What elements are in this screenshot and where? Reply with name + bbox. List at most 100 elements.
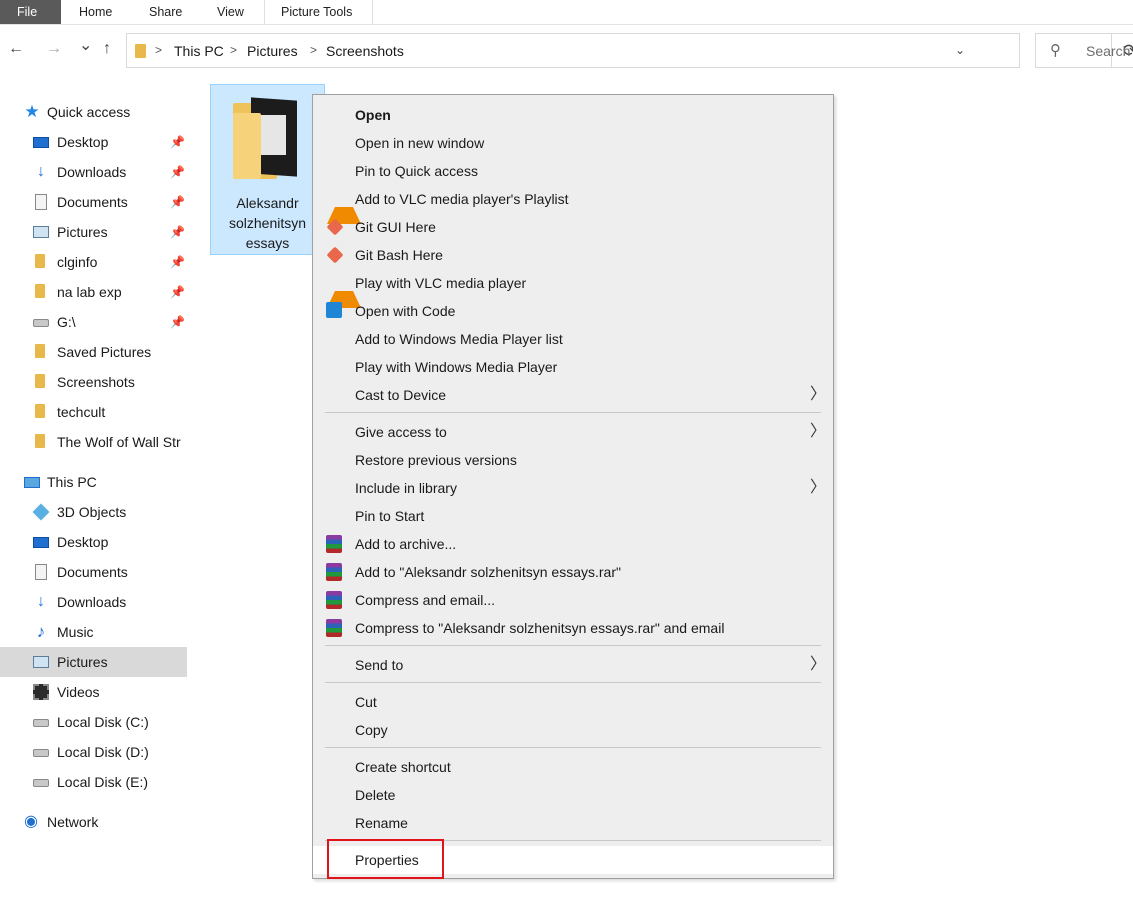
menu-separator	[325, 747, 821, 748]
menu-item-restore-previous-versions[interactable]: Restore previous versions	[313, 446, 833, 474]
sidebar-item-saved-pictures[interactable]: Saved Pictures	[0, 337, 188, 367]
menu-item-add-to-vlc-playlist[interactable]: Add to VLC media player's Playlist	[313, 185, 833, 224]
recent-locations-icon[interactable]: ⌄	[79, 36, 92, 56]
sidebar-item-videos[interactable]: Videos	[0, 677, 188, 707]
breadcrumb-screenshots[interactable]: Screenshots	[326, 43, 404, 59]
winrar-icon	[326, 619, 342, 637]
menu-item-play-with-vlc[interactable]: Play with VLC media player	[313, 269, 833, 308]
sidebar-item-music[interactable]: ♪ Music	[0, 617, 188, 647]
menu-item-cut[interactable]: Cut	[313, 688, 833, 716]
back-arrow-icon[interactable]: ←	[8, 39, 24, 59]
menu-item-open[interactable]: Open	[313, 101, 833, 129]
folder-icon	[35, 374, 45, 388]
folder-icon	[35, 404, 45, 418]
sidebar-item-downloads[interactable]: ↓ Downloads	[0, 587, 188, 617]
sidebar-item-documents[interactable]: Documents	[0, 557, 188, 587]
sidebar-item-na-lab-exp[interactable]: na lab exp 📌	[0, 277, 188, 307]
sidebar-item-label: Saved Pictures	[57, 344, 152, 360]
chevron-right-icon: >	[230, 43, 238, 57]
sidebar-item-desktop[interactable]: Desktop	[0, 527, 188, 557]
sidebar-item-local-disk-c[interactable]: Local Disk (C:)	[0, 707, 188, 737]
sidebar-item-network[interactable]: ◉ Network	[0, 807, 188, 837]
menu-item-cast-to-device[interactable]: Cast to Device 〉	[313, 381, 833, 409]
folder-icon	[35, 284, 45, 298]
tab-home[interactable]: Home	[62, 0, 129, 24]
folder-tile-selected[interactable]: Aleksandr solzhenitsyn essays	[210, 84, 325, 255]
menu-item-create-shortcut[interactable]: Create shortcut	[313, 753, 833, 781]
sidebar-item-pictures[interactable]: Pictures	[0, 647, 187, 677]
sidebar-item-the-wolf-of-wall-street[interactable]: The Wolf of Wall Str	[0, 427, 188, 457]
menu-item-compress-to-rar-and-email[interactable]: Compress to "Aleksandr solzhenitsyn essa…	[313, 614, 833, 642]
documents-icon	[35, 564, 47, 580]
git-icon	[326, 246, 344, 264]
pin-icon[interactable]: 📌	[170, 157, 185, 187]
sidebar-item-3d-objects[interactable]: 3D Objects	[0, 497, 188, 527]
menu-item-add-to-archive[interactable]: Add to archive...	[313, 530, 833, 558]
chevron-right-icon: >	[155, 43, 163, 57]
menu-item-pin-to-quick-access[interactable]: Pin to Quick access	[313, 157, 833, 185]
sidebar-item-desktop[interactable]: Desktop 📌	[0, 127, 188, 157]
drive-icon	[33, 719, 49, 727]
pin-icon[interactable]: 📌	[170, 247, 185, 277]
chevron-down-icon[interactable]: ⌄	[955, 43, 965, 57]
sidebar-item-quick-access[interactable]: ★ Quick access	[0, 97, 188, 127]
tab-picture-tools[interactable]: Picture Tools	[264, 0, 369, 24]
sidebar-item-pictures[interactable]: Pictures 📌	[0, 217, 188, 247]
downloads-icon: ↓	[37, 593, 45, 610]
pin-icon[interactable]: 📌	[170, 127, 185, 157]
navigation-pane: ★ Quick access Desktop 📌 ↓ Downloads 📌 D…	[0, 97, 188, 901]
menu-separator	[325, 645, 821, 646]
menu-item-open-in-new-window[interactable]: Open in new window	[313, 129, 833, 157]
videos-icon	[33, 684, 49, 700]
menu-item-send-to[interactable]: Send to 〉	[313, 651, 833, 679]
pictures-icon	[33, 226, 49, 238]
menu-item-open-with-code[interactable]: Open with Code	[313, 297, 833, 325]
drive-icon	[33, 319, 49, 327]
breadcrumb-this-pc[interactable]: This PC	[174, 43, 224, 59]
sidebar-item-this-pc[interactable]: This PC	[0, 467, 188, 497]
computer-icon	[24, 477, 40, 488]
up-arrow-icon[interactable]: ↑	[103, 39, 111, 59]
chevron-right-icon: >	[310, 43, 318, 57]
sidebar-item-downloads[interactable]: ↓ Downloads 📌	[0, 157, 188, 187]
tab-view[interactable]: View	[200, 0, 261, 24]
ribbon-divider	[372, 0, 373, 24]
menu-item-rename[interactable]: Rename	[313, 809, 833, 837]
pin-icon[interactable]: 📌	[170, 187, 185, 217]
tab-file[interactable]: File	[0, 0, 61, 24]
menu-item-pin-to-start[interactable]: Pin to Start	[313, 502, 833, 530]
search-box[interactable]: ⚲ Search	[1035, 33, 1133, 68]
winrar-icon	[326, 563, 342, 581]
sidebar-item-label: Downloads	[57, 164, 127, 180]
search-placeholder: Search	[1086, 43, 1131, 59]
git-icon	[326, 218, 344, 236]
menu-item-git-bash-here[interactable]: Git Bash Here	[313, 241, 833, 269]
sidebar-item-label: Pictures	[57, 654, 108, 670]
menu-item-play-with-wmp[interactable]: Play with Windows Media Player	[313, 353, 833, 381]
breadcrumb-pictures[interactable]: Pictures	[247, 43, 298, 59]
sidebar-item-label: Local Disk (C:)	[57, 714, 149, 730]
pin-icon[interactable]: 📌	[170, 217, 185, 247]
sidebar-item-screenshots[interactable]: Screenshots	[0, 367, 188, 397]
menu-item-git-gui-here[interactable]: Git GUI Here	[313, 213, 833, 241]
sidebar-item-local-disk-d[interactable]: Local Disk (D:)	[0, 737, 188, 767]
sidebar-item-clginfo[interactable]: clginfo 📌	[0, 247, 188, 277]
menu-item-add-to-wmp-list[interactable]: Add to Windows Media Player list	[313, 325, 833, 353]
menu-item-include-in-library[interactable]: Include in library 〉	[313, 474, 833, 502]
pin-icon[interactable]: 📌	[170, 307, 185, 337]
sidebar-item-documents[interactable]: Documents 📌	[0, 187, 188, 217]
pin-icon[interactable]: 📌	[170, 277, 185, 307]
sidebar-item-g-drive[interactable]: G:\ 📌	[0, 307, 188, 337]
sidebar-item-techcult[interactable]: techcult	[0, 397, 188, 427]
sidebar-item-label: Local Disk (D:)	[57, 744, 149, 760]
desktop-icon	[33, 137, 49, 148]
menu-item-delete[interactable]: Delete	[313, 781, 833, 809]
menu-item-give-access-to[interactable]: Give access to 〉	[313, 418, 833, 446]
menu-item-compress-and-email[interactable]: Compress and email...	[313, 586, 833, 614]
address-box[interactable]: > This PC > Pictures > Screenshots ⌄ ⟳	[126, 33, 1133, 68]
sidebar-item-local-disk-e[interactable]: Local Disk (E:)	[0, 767, 188, 797]
forward-arrow-icon[interactable]: →	[46, 39, 62, 59]
menu-item-copy[interactable]: Copy	[313, 716, 833, 744]
tab-share[interactable]: Share	[132, 0, 199, 24]
menu-item-add-to-rar[interactable]: Add to "Aleksandr solzhenitsyn essays.ra…	[313, 558, 833, 586]
